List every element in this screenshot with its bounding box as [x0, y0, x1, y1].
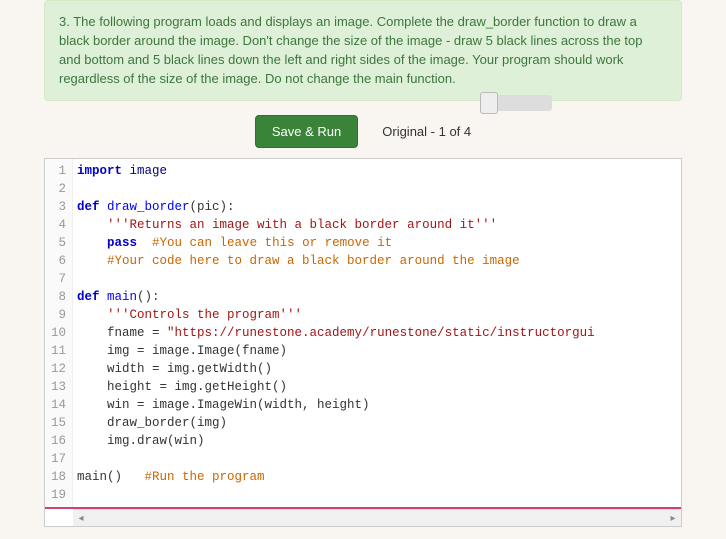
line-number: 12 — [49, 360, 66, 378]
code-line[interactable]: pass #You can leave this or remove it — [77, 234, 677, 252]
code-line[interactable]: import image — [77, 162, 677, 180]
line-number: 7 — [49, 270, 66, 288]
code-line[interactable]: win = image.ImageWin(width, height) — [77, 396, 677, 414]
line-number: 18 — [49, 468, 66, 486]
scroll-left-icon[interactable]: ◂ — [73, 510, 89, 527]
code-line[interactable]: width = img.getWidth() — [77, 360, 677, 378]
code-line[interactable]: main() #Run the program — [77, 468, 677, 486]
code-line[interactable]: fname = "https://runestone.academy/runes… — [77, 324, 677, 342]
line-number: 15 — [49, 414, 66, 432]
code-line[interactable] — [77, 450, 677, 468]
line-number: 19 — [49, 486, 66, 504]
line-number: 4 — [49, 216, 66, 234]
line-number: 10 — [49, 324, 66, 342]
slider-thumb[interactable] — [480, 92, 498, 114]
scroll-right-icon[interactable]: ▸ — [665, 510, 681, 527]
line-number-gutter: 12345678910111213141516171819 — [45, 159, 73, 507]
code-line[interactable]: draw_border(img) — [77, 414, 677, 432]
code-line[interactable]: img = image.Image(fname) — [77, 342, 677, 360]
code-line[interactable]: height = img.getHeight() — [77, 378, 677, 396]
code-line[interactable] — [77, 270, 677, 288]
code-line[interactable]: '''Controls the program''' — [77, 306, 677, 324]
line-number: 2 — [49, 180, 66, 198]
code-content[interactable]: import image def draw_border(pic): '''Ret… — [73, 159, 681, 507]
activity-caption: Activity: 1 ActiveCode (csw_drawborder) — [0, 527, 726, 539]
line-number: 8 — [49, 288, 66, 306]
code-line[interactable]: img.draw(win) — [77, 432, 677, 450]
horizontal-scrollbar[interactable]: ◂ ▸ — [73, 509, 681, 526]
line-number: 17 — [49, 450, 66, 468]
line-number: 5 — [49, 234, 66, 252]
code-line[interactable]: def draw_border(pic): — [77, 198, 677, 216]
line-number: 14 — [49, 396, 66, 414]
save-and-run-button[interactable]: Save & Run — [255, 115, 358, 148]
toolbar: Save & Run Original - 1 of 4 — [44, 115, 682, 148]
code-editor[interactable]: 12345678910111213141516171819 import ima… — [44, 158, 682, 527]
code-line[interactable] — [77, 180, 677, 198]
editor-bottom-bar: ◂ ▸ — [45, 507, 681, 526]
code-line[interactable]: def main(): — [77, 288, 677, 306]
version-label: Original - 1 of 4 — [382, 124, 471, 139]
instruction-panel: 3. The following program loads and displ… — [44, 0, 682, 101]
line-number: 13 — [49, 378, 66, 396]
code-line[interactable]: #Your code here to draw a black border a… — [77, 252, 677, 270]
line-number: 3 — [49, 198, 66, 216]
line-number: 9 — [49, 306, 66, 324]
line-number: 6 — [49, 252, 66, 270]
history-slider[interactable] — [482, 95, 552, 111]
line-number: 11 — [49, 342, 66, 360]
instruction-text: 3. The following program loads and displ… — [59, 14, 642, 86]
line-number: 1 — [49, 162, 66, 180]
code-line[interactable] — [77, 486, 677, 504]
code-line[interactable]: '''Returns an image with a black border … — [77, 216, 677, 234]
line-number: 16 — [49, 432, 66, 450]
